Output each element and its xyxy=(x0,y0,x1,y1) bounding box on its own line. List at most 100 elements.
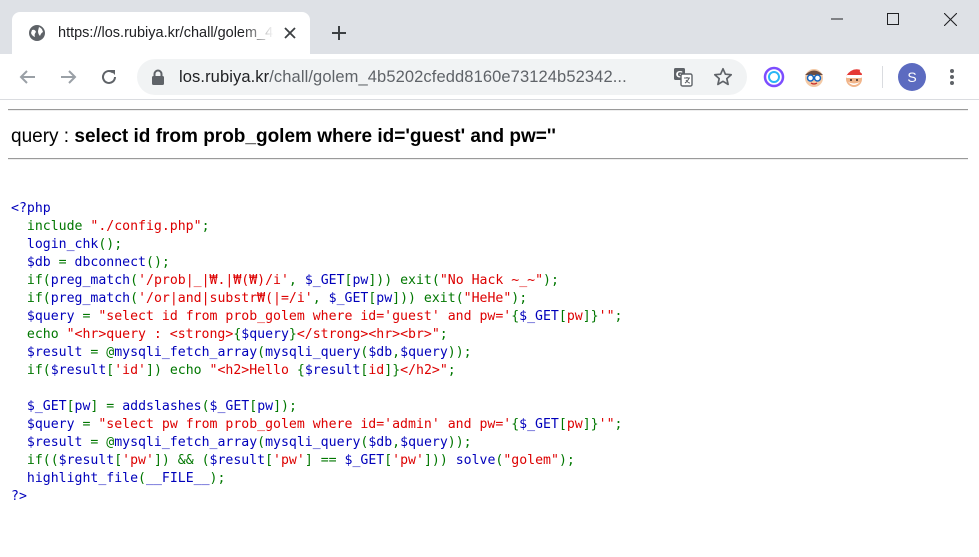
code-token: [ xyxy=(114,453,123,468)
page-content: query : select id from prob_golem where … xyxy=(0,100,979,557)
code-token: echo xyxy=(11,327,67,342)
code-line: ?> xyxy=(11,488,622,506)
code-token: $result xyxy=(58,453,115,468)
code-token: { xyxy=(511,309,520,324)
code-token: $_GET xyxy=(344,453,385,468)
code-token: $result xyxy=(11,345,91,360)
code-token: dbconnect xyxy=(74,255,146,270)
code-token: __FILE__ xyxy=(146,471,210,486)
tab-strip: https://los.rubiya.kr/chall/golem_4b5202… xyxy=(0,0,979,54)
toolbar-divider xyxy=(882,66,883,88)
code-token: mysqli_query xyxy=(265,345,361,360)
code-token: if( xyxy=(11,273,51,288)
code-token: $query xyxy=(11,417,83,432)
code-token: ( xyxy=(130,291,139,306)
source-code: <?php include "./config.php"; login_chk(… xyxy=(11,200,622,506)
code-line: if(preg_match('/prob|_|₩.|₩(₩)/i', $_GET… xyxy=(11,272,622,290)
lock-icon[interactable] xyxy=(151,69,165,85)
code-token: ; xyxy=(447,363,456,378)
code-token: $db xyxy=(368,345,393,360)
code-token: ); xyxy=(511,291,528,306)
code-token: ] = xyxy=(90,399,123,414)
code-token: $db xyxy=(368,435,393,450)
ring-extension-icon[interactable] xyxy=(763,66,785,88)
code-token: id xyxy=(368,363,385,378)
code-token: ] xyxy=(384,363,393,378)
code-token: $query xyxy=(241,327,289,342)
code-token: ] xyxy=(582,309,591,324)
code-token: '" xyxy=(598,309,615,324)
code-token: login_chk xyxy=(11,237,99,252)
translate-icon[interactable]: G xyxy=(672,66,694,88)
code-token: (); xyxy=(146,255,170,270)
arrow-right-icon[interactable] xyxy=(54,63,82,91)
code-token: highlight_file xyxy=(11,471,139,486)
code-token: ]) && ( xyxy=(153,453,210,468)
arrow-left-icon[interactable] xyxy=(14,63,42,91)
code-token: include xyxy=(11,219,91,234)
code-token: } xyxy=(590,417,599,432)
code-line: if(($result['pw']) && ($result['pw'] == … xyxy=(11,452,622,470)
code-token: 'id' xyxy=(114,363,146,378)
code-token: { xyxy=(296,363,305,378)
code-token: ]) echo xyxy=(146,363,210,378)
profile-avatar[interactable]: S xyxy=(898,63,926,91)
code-token: $_GET xyxy=(304,273,345,288)
santa-extension-icon[interactable] xyxy=(843,66,865,88)
code-token: = @ xyxy=(90,345,115,360)
code-token: )); xyxy=(447,435,472,450)
browser-toolbar: los.rubiya.kr/chall/golem_4b5202cfedd816… xyxy=(0,54,979,100)
code-token: preg_match xyxy=(50,291,131,306)
code-token: $result xyxy=(209,453,266,468)
code-token: ); xyxy=(543,273,559,288)
code-token: [ xyxy=(384,453,393,468)
code-token: pw xyxy=(74,399,91,414)
code-token: ] == xyxy=(304,453,345,468)
code-token: 'pw' xyxy=(122,453,154,468)
code-token: </h2>" xyxy=(400,363,448,378)
address-bar[interactable]: los.rubiya.kr/chall/golem_4b5202cfedd816… xyxy=(137,59,747,95)
code-token: , xyxy=(392,435,401,450)
code-token: [ xyxy=(558,309,567,324)
code-token: [ xyxy=(66,399,75,414)
code-token: } xyxy=(590,309,599,324)
url-text[interactable]: los.rubiya.kr/chall/golem_4b5202cfedd816… xyxy=(179,68,659,87)
code-token: [ xyxy=(265,453,274,468)
code-line: $query = "select pw from prob_golem wher… xyxy=(11,416,623,434)
code-token: $_GET xyxy=(328,291,369,306)
horizontal-rule xyxy=(8,109,968,111)
code-line: if($result['id']) echo "<h2>Hello {$resu… xyxy=(11,362,622,380)
code-token: $result xyxy=(11,435,91,450)
code-token: ]); xyxy=(273,399,297,414)
url-host: los.rubiya.kr xyxy=(179,67,270,86)
code-token: mysqli_query xyxy=(265,435,361,450)
plus-icon[interactable] xyxy=(326,20,352,46)
code-token: "./config.php" xyxy=(90,219,202,234)
minimize-icon[interactable] xyxy=(809,0,865,38)
three-dots-icon[interactable] xyxy=(940,63,964,91)
reload-icon[interactable] xyxy=(95,63,123,91)
close-icon[interactable] xyxy=(280,23,300,43)
code-token: ); xyxy=(558,453,575,468)
code-token: $_GET xyxy=(519,309,559,324)
code-token: pw xyxy=(376,291,393,306)
code-token: "<hr>query : <strong> xyxy=(66,327,234,342)
code-token: "No Hack ~_~" xyxy=(439,273,544,288)
browser-tab[interactable]: https://los.rubiya.kr/chall/golem_4b5202… xyxy=(12,12,310,54)
star-icon[interactable] xyxy=(712,66,734,88)
code-token: '" xyxy=(598,417,615,432)
code-token: pw xyxy=(257,399,274,414)
code-token: "<h2>Hello xyxy=(209,363,297,378)
code-line: echo "<hr>query : <strong>{$query}</stro… xyxy=(11,326,622,344)
glasses-face-extension-icon[interactable] xyxy=(803,66,825,88)
code-token: } xyxy=(288,327,297,342)
code-token: , xyxy=(288,273,305,288)
code-token: '/or|and|substr₩(|=/i' xyxy=(138,291,313,306)
maximize-icon[interactable] xyxy=(865,0,921,38)
code-token: $query xyxy=(400,345,448,360)
code-token: mysqli_fetch_array xyxy=(114,345,258,360)
close-window-icon[interactable] xyxy=(922,0,978,38)
code-token: { xyxy=(511,417,520,432)
code-token: pw xyxy=(566,309,583,324)
